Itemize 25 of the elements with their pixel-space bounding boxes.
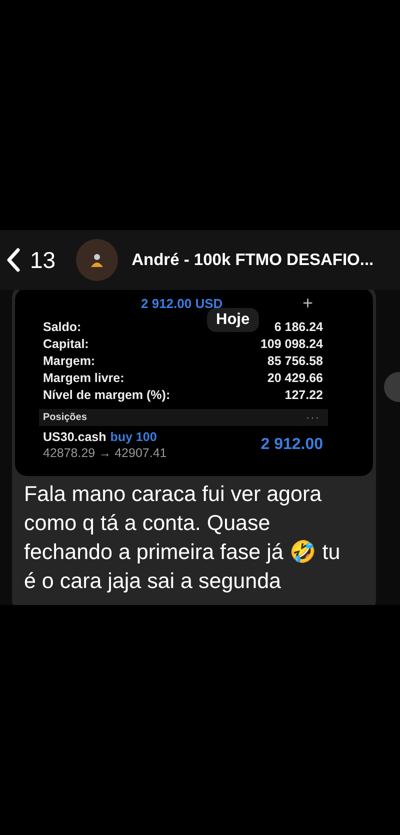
- date-badge: Hoje: [207, 308, 259, 332]
- account-value: 85 756.58: [267, 354, 323, 370]
- account-label: Saldo:: [43, 320, 82, 336]
- back-button[interactable]: 13: [6, 246, 56, 274]
- account-label: Margem livre:: [43, 371, 124, 387]
- account-label: Margem:: [43, 354, 96, 370]
- positions-title: Posições: [43, 412, 87, 423]
- chat-title: André - 100k FTMO DESAFIO...: [132, 250, 374, 270]
- position-profit: 2 912.00: [260, 436, 323, 454]
- position-symbol: US30.cash: [43, 430, 106, 444]
- account-value: 109 098.24: [260, 337, 323, 353]
- plus-icon: +: [302, 292, 313, 314]
- message-text: Fala mano caraca fui ver agora como q tá a conta. Quase fechando a primeira fase já 🤣 tu é o cara jaja sai a segunda: [24, 481, 342, 595]
- account-label: Capital:: [43, 337, 89, 353]
- avatar[interactable]: [76, 239, 118, 281]
- account-label: Nível de margem (%):: [43, 388, 170, 404]
- position-side: buy 100: [110, 430, 157, 444]
- person-icon: [88, 252, 105, 268]
- account-value: 6 186.24: [274, 320, 323, 336]
- more-icon: ···: [306, 412, 320, 424]
- account-value: 20 429.66: [267, 371, 323, 387]
- total-amount: 2 912.00 USD: [141, 296, 223, 310]
- account-value: 127.22: [284, 388, 323, 404]
- back-chevron-icon: [6, 248, 20, 272]
- position-prices: 42878.29 → 42907.41: [43, 446, 167, 460]
